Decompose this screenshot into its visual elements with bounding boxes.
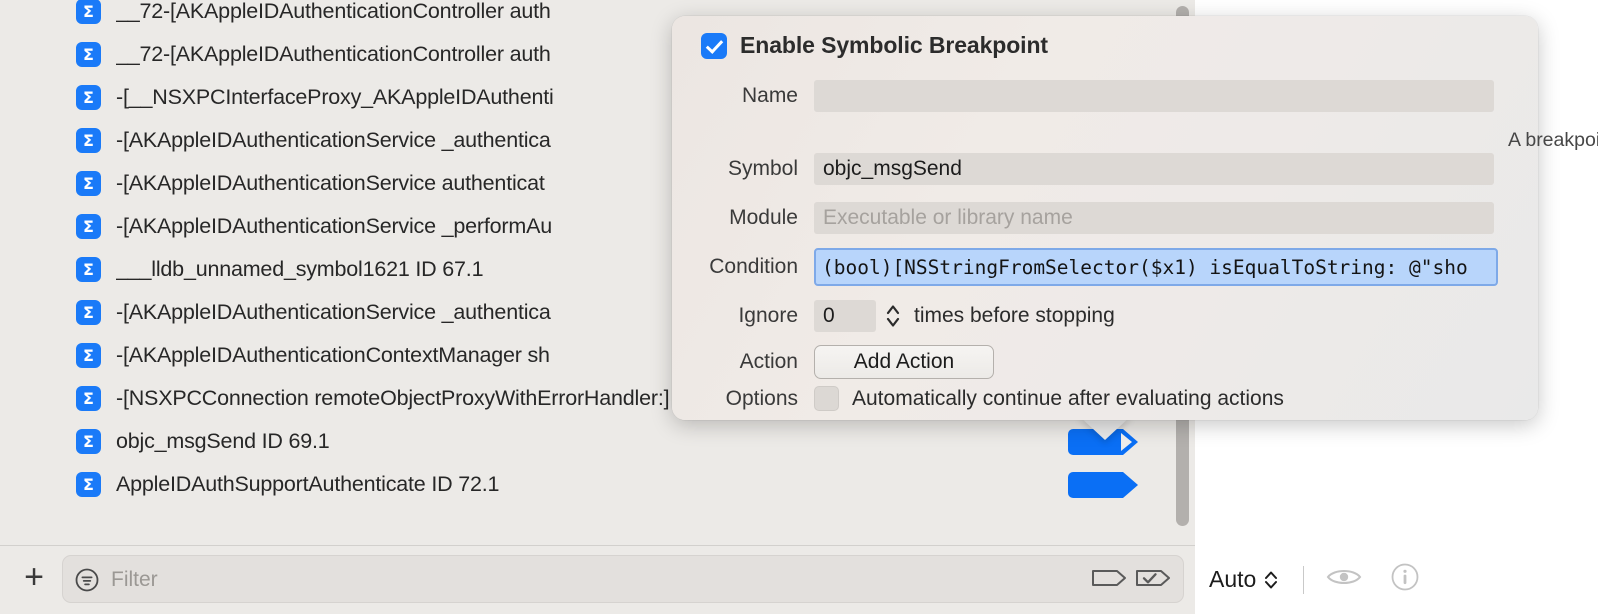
toolbar-divider [1303,565,1305,594]
auto-selector[interactable]: Auto [1209,566,1279,593]
inspector-bar: Auto [1195,545,1598,614]
enable-breakpoint-row[interactable]: Enable Symbolic Breakpoint [701,32,1048,59]
options-row: Options Automatically continue after eva… [672,386,1538,411]
breakpoint-label: ___lldb_unnamed_symbol1621 ID 67.1 [116,257,484,281]
auto-continue-label: Automatically continue after evaluating … [852,386,1284,410]
chevron-up-down-icon[interactable] [1263,569,1279,591]
breakpoint-label: __72-[AKAppleIDAuthenticationController … [116,42,551,66]
breakpoint-list-item[interactable]: Σobjc_msgSend ID 69.1 [0,420,1175,463]
condition-label: Condition [709,255,798,278]
ignore-label: Ignore [738,304,798,327]
table-row[interactable]: Σ AppleIDAuthSupportAuthenticate ID 72.1 [0,463,1175,506]
breakpoint-label: -[AKAppleIDAuthenticationService _authen… [116,300,551,324]
info-circle-icon[interactable] [1390,562,1420,597]
module-row: Module Executable or library name [672,202,1538,234]
sigma-icon: Σ [76,85,101,110]
filter-toggle-group [1091,566,1173,590]
breakpoint-label: AppleIDAuthSupportAuthenticate ID 72.1 [116,472,500,496]
action-label: Action [739,350,798,373]
ignore-stepper[interactable] [883,302,903,330]
add-breakpoint-button[interactable]: + [18,560,50,596]
filter-field[interactable]: Filter [62,555,1184,603]
filter-circle-icon [74,567,100,593]
module-input[interactable]: Executable or library name [814,202,1494,234]
sigma-icon: Σ [76,171,101,196]
sigma-icon: Σ [76,429,101,454]
sigma-icon: Σ [76,300,101,325]
breakpoint-label: -[AKAppleIDAuthenticationService _authen… [116,128,551,152]
sigma-icon: Σ [76,386,101,411]
condition-row: Condition (bool)[NSStringFromSelector($x… [672,248,1538,286]
breakpoint-shape-icon[interactable] [1091,566,1129,590]
name-row: Name [672,80,1538,112]
breakpoint-edit-popover: Enable Symbolic Breakpoint Name A breakp… [672,16,1598,420]
breakpoint-label: -[NSXPCConnection remoteObjectProxyWithE… [116,386,670,410]
navigator-toolbar: + Filter [0,545,1195,614]
sigma-icon: Σ [76,472,101,497]
breakpoint-label: -[__NSXPCInterfaceProxy_AKAppleIDAuthent… [116,85,554,109]
enable-breakpoint-checkbox[interactable] [701,32,727,59]
auto-label: Auto [1209,566,1257,592]
breakpoint-list-item[interactable]: Σ AppleIDAuthSupportAuthenticate ID 72.1 [0,463,1175,506]
ignore-row: Ignore 0 times before stopping [672,300,1538,332]
sigma-icon: Σ [76,214,101,239]
sigma-icon: Σ [76,42,101,67]
breakpoint-label: -[AKAppleIDAuthenticationService authent… [116,171,545,195]
sigma-icon: Σ [76,128,101,153]
name-hint: A breakpoint name cannot start with numb… [1508,129,1598,151]
breakpoint-label: objc_msgSend ID 69.1 [116,429,330,453]
breakpoint-enabled-indicator[interactable] [1068,472,1138,498]
name-input[interactable] [814,80,1494,112]
options-label: Options [725,386,798,410]
auto-continue-checkbox[interactable] [814,386,839,411]
action-row: Action Add Action [672,345,1538,379]
filter-input[interactable]: Filter [111,568,158,592]
sigma-icon: Σ [76,0,101,24]
add-action-button[interactable]: Add Action [814,345,994,379]
breakpoint-label: -[AKAppleIDAuthenticationContextManager … [116,343,550,367]
symbol-input[interactable]: objc_msgSend [814,153,1494,185]
ignore-suffix-label: times before stopping [914,304,1115,327]
popover-title: Enable Symbolic Breakpoint [740,32,1048,58]
breakpoint-label: __72-[AKAppleIDAuthenticationController … [116,0,551,23]
sigma-icon: Σ [76,257,101,282]
breakpoint-check-icon[interactable] [1135,566,1173,590]
symbol-row: Symbol objc_msgSend [672,153,1538,185]
name-label: Name [741,84,798,107]
xcode-breakpoint-navigator: Σ __72-[AKAppleIDAuthenticationController… [0,0,1598,614]
table-row[interactable]: Σobjc_msgSend ID 69.1 [0,420,1175,463]
ignore-count-input[interactable]: 0 [814,300,876,332]
module-label: Module [729,206,798,229]
eye-icon[interactable] [1326,565,1362,594]
condition-input[interactable]: (bool)[NSStringFromSelector($x1) isEqual… [814,248,1498,286]
symbol-label: Symbol [727,157,798,180]
breakpoint-label: -[AKAppleIDAuthenticationService _perfor… [116,214,552,238]
sigma-icon: Σ [76,343,101,368]
